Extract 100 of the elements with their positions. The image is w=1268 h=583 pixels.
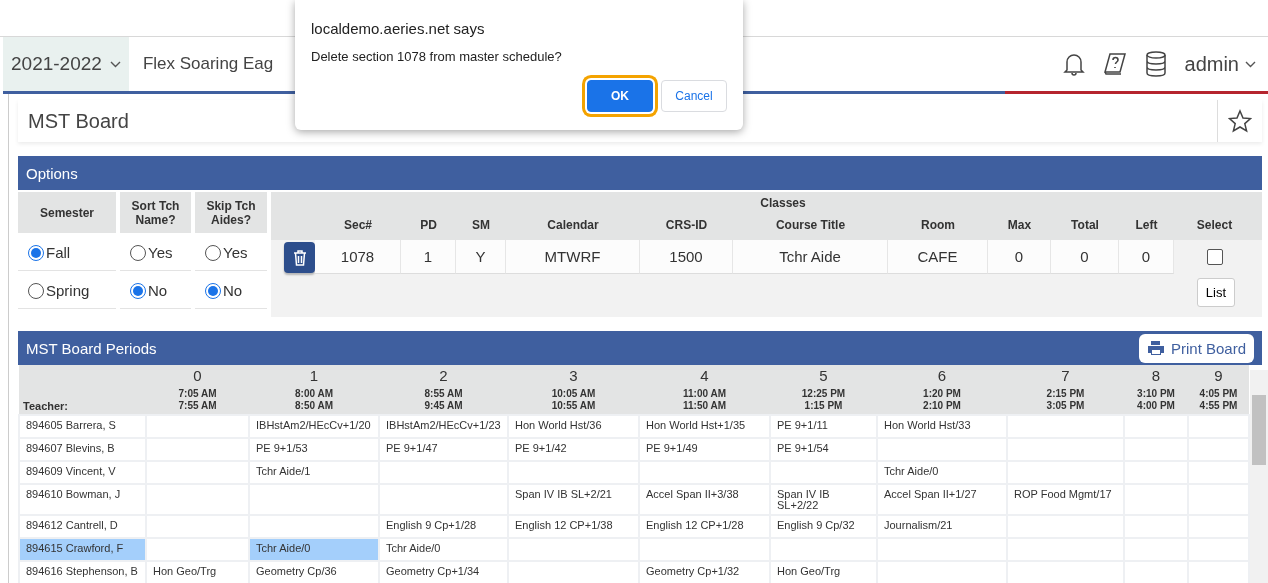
schedule-cell[interactable] xyxy=(249,515,379,538)
radio-option[interactable]: No xyxy=(120,273,191,309)
period-end-time: 9:45 AM xyxy=(423,400,464,412)
panel-title: MST Board Periods xyxy=(26,339,157,357)
radio-option[interactable]: No xyxy=(195,273,267,309)
period-end-time: 4:55 PM xyxy=(1198,400,1239,412)
teacher-cell[interactable]: 894607 Blevins, B xyxy=(19,438,146,461)
table-cell: 1078 xyxy=(315,240,401,274)
schedule-cell[interactable]: Tchr Aide/0 xyxy=(379,538,508,561)
schedule-cell[interactable]: ROP Food Mgmt/17 xyxy=(1007,484,1124,515)
schedule-cell[interactable]: Span IV IB SL+2/21 xyxy=(508,484,639,515)
trash-icon xyxy=(292,249,307,266)
period-end-time: 1:15 PM xyxy=(803,400,844,412)
schedule-cell[interactable] xyxy=(1007,415,1124,438)
schedule-cell[interactable]: Accel Span II+1/27 xyxy=(877,484,1007,515)
database-icon[interactable] xyxy=(1144,51,1167,77)
schedule-cell[interactable] xyxy=(146,415,249,438)
period-number: 3 xyxy=(568,367,579,384)
school-name: Flex Soaring Eag xyxy=(141,53,274,75)
teacher-cell[interactable]: 894605 Barrera, S xyxy=(19,415,146,438)
period-start-time: 8:55 AM xyxy=(423,388,464,400)
column-header: Room xyxy=(920,218,956,232)
help-book-icon[interactable] xyxy=(1102,52,1127,76)
column-header: Calendar xyxy=(546,218,600,232)
column-header: PD xyxy=(419,218,438,232)
teacher-cell[interactable]: 894609 Vincent, V xyxy=(19,461,146,484)
classes-title: Classes xyxy=(759,196,807,210)
table-cell: 0 xyxy=(988,240,1051,274)
table-cell: Y xyxy=(456,240,506,274)
radio-option[interactable]: Fall xyxy=(18,235,116,271)
schedule-cell[interactable]: Hon World Hst/33 xyxy=(877,415,1007,438)
schedule-cell[interactable]: Span IV IB SL+2/22 xyxy=(770,484,877,515)
period-number: 0 xyxy=(192,367,203,384)
printer-icon xyxy=(1146,340,1165,356)
schedule-cell[interactable]: English 12 CP+1/28 xyxy=(639,515,770,538)
chevron-down-icon xyxy=(109,60,121,68)
schedule-cell[interactable]: Tchr Aide/0 xyxy=(877,461,1007,484)
period-end-time: 11:50 AM xyxy=(682,400,727,412)
year-selector[interactable]: 2021-2022 xyxy=(3,37,129,91)
column-header: Skip Tch Aides? xyxy=(195,192,267,233)
column-header: Course Title xyxy=(774,218,847,232)
table-cell: CAFE xyxy=(888,240,988,274)
period-start-time: 3:10 PM xyxy=(1136,388,1176,400)
star-icon[interactable] xyxy=(1228,109,1252,133)
schedule-cell[interactable]: PE 9+1/49 xyxy=(639,438,770,461)
table-cell: 1 xyxy=(401,240,456,274)
period-number: 5 xyxy=(818,367,829,384)
bell-icon[interactable] xyxy=(1062,52,1085,76)
chevron-down-icon xyxy=(1245,60,1256,68)
radio-option[interactable]: Yes xyxy=(120,235,191,271)
scrollbar[interactable] xyxy=(1250,370,1268,583)
period-number: 2 xyxy=(438,367,449,384)
schedule-cell[interactable]: English 12 CP+1/38 xyxy=(508,515,639,538)
schedule-cell[interactable]: Journalism/21 xyxy=(877,515,1007,538)
user-menu[interactable]: admin xyxy=(1184,52,1256,76)
period-end-time: 10:55 AM xyxy=(550,400,597,412)
teacher-cell[interactable]: 894612 Cantrell, D xyxy=(19,515,146,538)
schedule-cell[interactable]: PE 9+1/42 xyxy=(508,438,639,461)
teacher-cell[interactable]: 894616 Stephenson, B xyxy=(19,561,146,583)
teacher-cell[interactable]: 894610 Bowman, J xyxy=(19,484,146,515)
radio-option[interactable]: Yes xyxy=(195,235,267,271)
period-end-time: 8:50 AM xyxy=(294,400,334,412)
schedule-cell[interactable]: Geometry Cp/36 xyxy=(249,561,379,583)
column-header: Total xyxy=(1070,218,1100,232)
list-button[interactable]: List xyxy=(1196,278,1235,307)
period-number: 9 xyxy=(1213,367,1224,384)
schedule-cell[interactable]: PE 9+1/47 xyxy=(379,438,508,461)
delete-button[interactable] xyxy=(284,242,315,273)
dialog-message: Delete section 1078 from master schedule? xyxy=(311,49,563,64)
column-header: Left xyxy=(1134,218,1159,232)
schedule-cell[interactable]: Accel Span II+3/38 xyxy=(639,484,770,515)
schedule-cell[interactable]: Hon World Hst/36 xyxy=(508,415,639,438)
page-title: MST Board xyxy=(27,109,130,133)
schedule-cell[interactable]: IBHstAm2/HEcCv+1/23 xyxy=(379,415,508,438)
period-end-time: 7:55 AM xyxy=(177,400,218,412)
teacher-cell[interactable]: 894615 Crawford, F xyxy=(19,538,146,561)
period-number: 4 xyxy=(699,367,710,384)
schedule-cell[interactable]: English 9 Cp+1/28 xyxy=(379,515,508,538)
column-header: Select xyxy=(1195,218,1234,232)
period-start-time: 1:20 PM xyxy=(922,388,962,400)
column-header: SM xyxy=(471,218,491,232)
table-cell: Tchr Aide xyxy=(733,240,888,274)
schedule-cell[interactable]: IBHstAm2/HEcCv+1/20 xyxy=(249,415,379,438)
table-cell: 1500 xyxy=(640,240,733,274)
schedule-cell[interactable]: Hon World Hst+1/35 xyxy=(639,415,770,438)
schedule-cell[interactable]: PE 9+1/11 xyxy=(770,415,877,438)
schedule-cell[interactable]: Tchr Aide/0 xyxy=(249,538,379,561)
print-board-button[interactable]: Print Board xyxy=(1138,333,1254,363)
period-start-time: 7:05 AM xyxy=(177,388,218,400)
schedule-cell[interactable] xyxy=(1124,415,1188,438)
select-checkbox[interactable] xyxy=(1206,249,1223,265)
schedule-cell[interactable]: Tchr Aide/1 xyxy=(249,461,379,484)
column-header: Semester xyxy=(18,192,116,233)
period-start-time: 8:00 AM xyxy=(294,388,334,400)
radio-option[interactable]: Spring xyxy=(18,273,116,309)
schedule-cell[interactable] xyxy=(1188,415,1249,438)
cancel-button[interactable]: Cancel xyxy=(661,80,727,112)
column-header: Sort Tch Name? xyxy=(120,192,191,233)
schedule-cell[interactable]: PE 9+1/53 xyxy=(249,438,379,461)
period-end-time: 2:10 PM xyxy=(922,400,962,412)
